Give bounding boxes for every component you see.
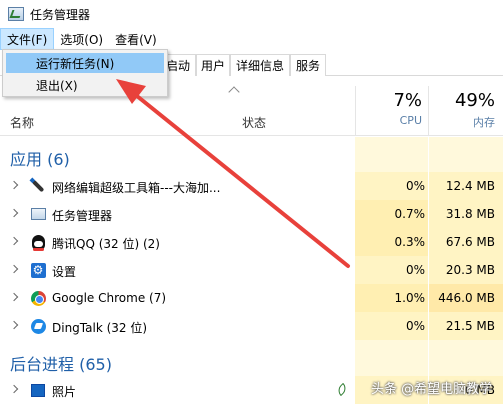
column-memory[interactable]: 内存 (425, 114, 495, 130)
tab-users[interactable]: 用户 (196, 54, 230, 76)
process-cpu: 0% (405, 263, 425, 277)
process-name: 网络编辑超级工具箱---大海加... (52, 181, 221, 195)
window-title: 任务管理器 (30, 7, 91, 22)
photos-icon (31, 383, 45, 397)
tab-services[interactable]: 服务 (290, 54, 326, 76)
process-memory: 446.0 MB (438, 291, 495, 305)
process-row[interactable]: DingTalk (32 位) 0% 21.5 MB (0, 312, 503, 340)
menu-file[interactable]: 文件(F) (0, 28, 55, 50)
process-cpu: 0.7% (394, 207, 426, 221)
expand-chevron-icon[interactable] (9, 384, 19, 394)
dingtalk-icon (30, 318, 46, 334)
column-cpu[interactable]: CPU (352, 114, 422, 127)
menu-bar: 文件(F) 选项(O) 查看(V) (0, 28, 503, 50)
process-cpu: 0.3% (394, 235, 426, 249)
process-row[interactable]: Google Chrome (7) 1.0% 446.0 MB (0, 284, 503, 312)
file-dropdown-menu: 运行新任务(N) 退出(X) (2, 49, 168, 97)
suspended-leaf-icon (335, 382, 349, 397)
process-memory: 31.8 MB (445, 207, 495, 221)
process-row[interactable]: 任务管理器 0.7% 31.8 MB (0, 200, 503, 228)
menu-exit[interactable]: 退出(X) (6, 75, 164, 95)
process-memory: 21.5 MB (445, 319, 495, 333)
expand-chevron-icon[interactable] (9, 292, 19, 302)
pen-icon (31, 179, 45, 193)
expand-chevron-icon[interactable] (9, 208, 19, 218)
group-apps: 应用 (6) (10, 150, 70, 169)
menu-view[interactable]: 查看(V) (109, 28, 163, 50)
process-name: 任务管理器 (52, 209, 113, 223)
process-name: 设置 (52, 265, 77, 279)
task-manager-icon (8, 7, 24, 21)
column-name[interactable]: 名称 (10, 114, 34, 131)
process-name: DingTalk (32 位) (52, 321, 148, 335)
process-cpu: 1.0% (394, 291, 426, 305)
title-bar: 任务管理器 (0, 0, 503, 28)
process-name: 照片 (52, 385, 77, 399)
process-row[interactable]: 网络编辑超级工具箱---大海加... 0% 12.4 MB (0, 172, 503, 200)
qq-penguin-icon (31, 234, 45, 251)
task-manager-icon (30, 208, 46, 220)
memory-total-percent[interactable]: 49% (425, 90, 495, 111)
menu-run-new-task[interactable]: 运行新任务(N) (6, 53, 164, 73)
process-name: Google Chrome (7) (52, 291, 167, 305)
chrome-icon (30, 290, 46, 306)
expand-chevron-icon[interactable] (9, 236, 19, 246)
process-name: 腾讯QQ (32 位) (2) (52, 237, 160, 251)
process-cpu: 0% (405, 179, 425, 193)
expand-chevron-icon[interactable] (9, 180, 19, 190)
process-memory: 67.6 MB (445, 235, 495, 249)
cpu-total-percent[interactable]: 7% (352, 90, 422, 111)
column-status[interactable]: 状态 (242, 114, 266, 131)
process-row[interactable]: 腾讯QQ (32 位) (2) 0.3% 67.6 MB (0, 228, 503, 256)
expand-chevron-icon[interactable] (9, 320, 19, 330)
menu-options[interactable]: 选项(O) (54, 28, 109, 50)
expand-chevron-icon[interactable] (9, 264, 19, 274)
settings-gear-icon: ⚙ (30, 262, 46, 278)
process-row[interactable]: ⚙ 设置 0% 20.3 MB (0, 256, 503, 284)
watermark: 头条 @希望电脑教学 (371, 382, 493, 397)
group-background-processes: 后台进程 (65) (10, 355, 112, 374)
collapse-chevron-icon[interactable] (228, 86, 240, 98)
process-memory: 12.4 MB (445, 179, 495, 193)
process-memory: 20.3 MB (445, 263, 495, 277)
process-cpu: 0% (405, 319, 425, 333)
tab-details[interactable]: 详细信息 (230, 54, 290, 76)
